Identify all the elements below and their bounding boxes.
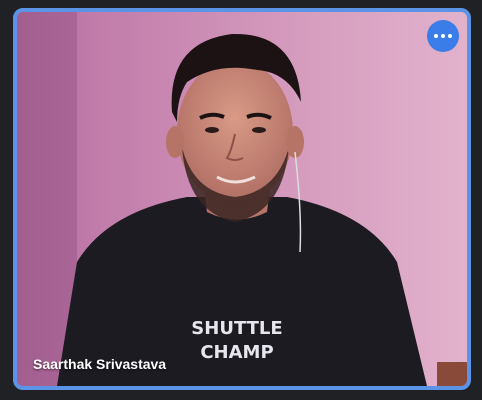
more-options-button[interactable]	[427, 20, 459, 52]
shirt-print-line1: SHUTTLE	[191, 318, 282, 339]
more-options-icon-dot	[448, 34, 452, 38]
participant-name: Saarthak Srivastava	[33, 356, 167, 372]
shirt-print-line2: CHAMP	[200, 342, 273, 363]
more-options-icon	[434, 34, 438, 38]
participant-video-tile[interactable]: SHUTTLE CHAMP Saarthak Srivastava	[13, 8, 471, 390]
more-options-icon-dot	[441, 34, 445, 38]
participant-video-feed: SHUTTLE CHAMP	[17, 12, 467, 386]
